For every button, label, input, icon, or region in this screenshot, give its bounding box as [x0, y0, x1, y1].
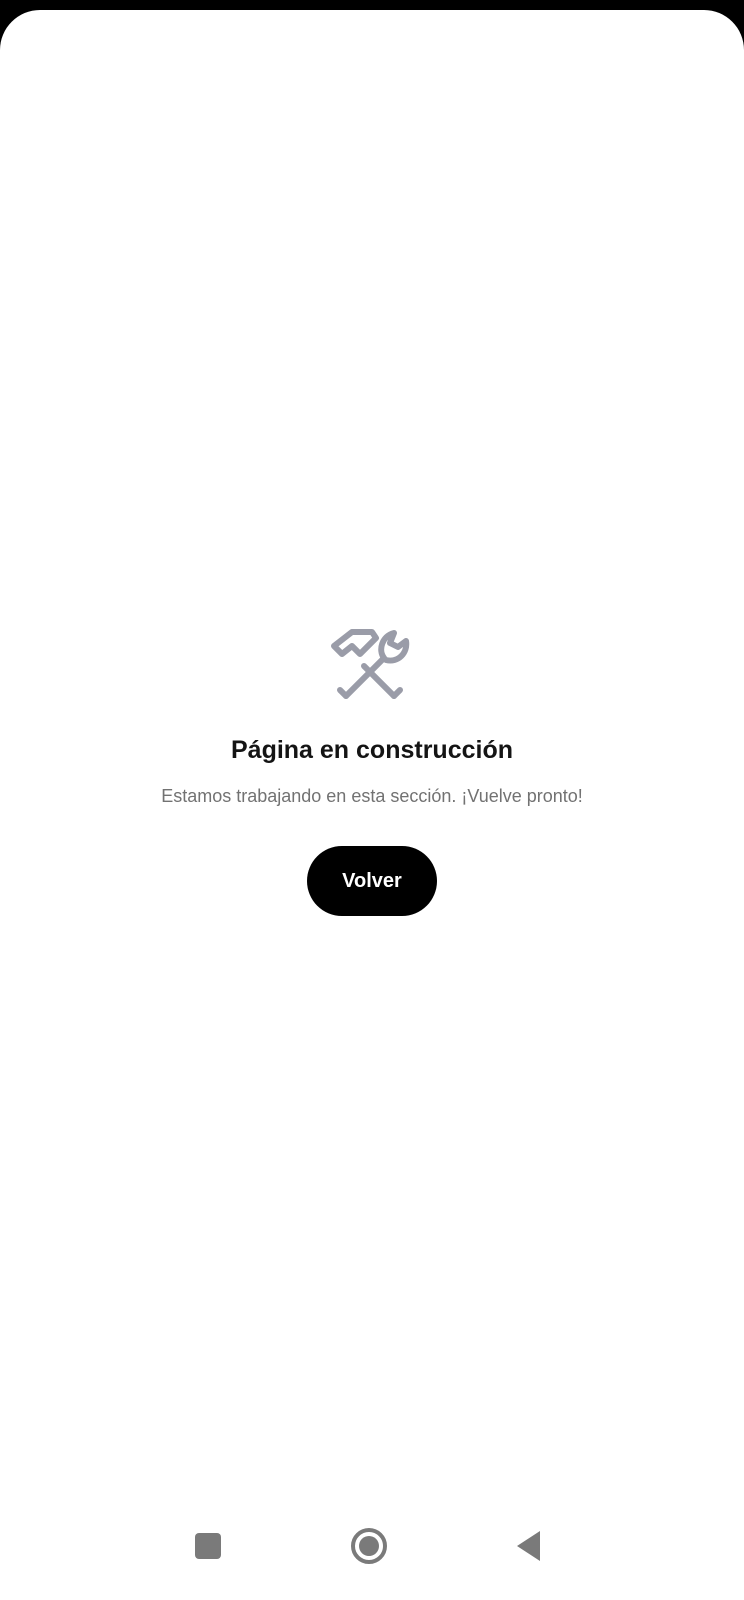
- page-title: Página en construcción: [230, 736, 513, 764]
- back-icon: [517, 1531, 540, 1561]
- system-navigation-bar: [0, 1518, 744, 1578]
- home-button[interactable]: [341, 1518, 397, 1574]
- app-screen: Página en construcción Estamos trabajand…: [0, 10, 744, 1600]
- under-construction-panel: Página en construcción Estamos trabajand…: [0, 620, 744, 916]
- back-button[interactable]: Volver: [307, 846, 437, 916]
- home-icon: [351, 1528, 387, 1564]
- hammer-wrench-icon: [322, 620, 422, 708]
- page-subtitle: Estamos trabajando en esta sección. ¡Vue…: [161, 786, 583, 806]
- back-nav-button[interactable]: [502, 1518, 558, 1574]
- recents-icon: [195, 1533, 221, 1559]
- recents-button[interactable]: [180, 1518, 236, 1574]
